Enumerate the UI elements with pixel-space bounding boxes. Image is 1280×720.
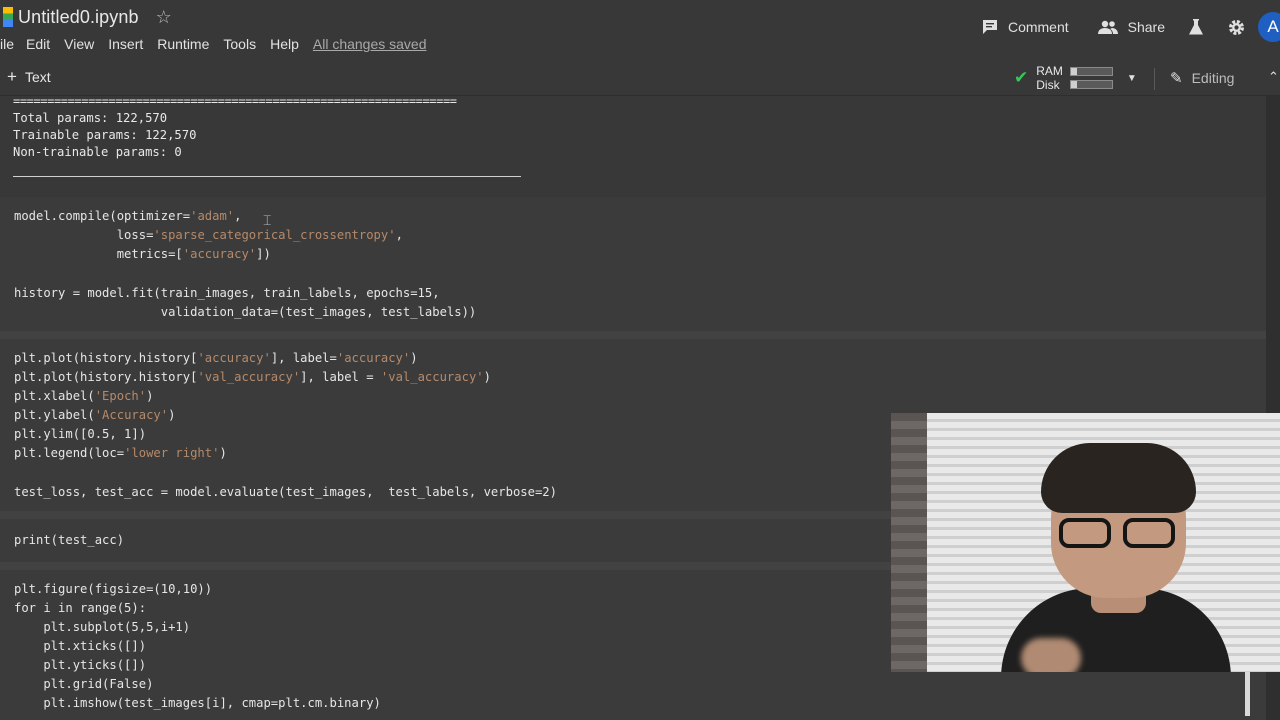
- text-cursor-icon: ⌶: [263, 212, 272, 228]
- code-line: plt.plot(history.history['val_accuracy']…: [14, 370, 491, 384]
- notebook-title[interactable]: Untitled0.ipynb: [18, 7, 139, 28]
- code-line: plt.ylabel('Accuracy'): [14, 408, 176, 422]
- code-cell-compile[interactable]: model.compile(optimizer='adam', loss='sp…: [0, 197, 1266, 331]
- menu-runtime[interactable]: Runtime: [157, 36, 209, 52]
- ram-usage-bar: [1069, 67, 1113, 76]
- editing-label: Editing: [1191, 70, 1235, 86]
- output-line: Non-trainable params: 0: [13, 145, 182, 159]
- ram-label: RAM: [1036, 64, 1063, 78]
- summary-underline: [13, 176, 521, 177]
- disk-label: Disk: [1036, 78, 1060, 92]
- webcam-person-glasses: [1051, 518, 1181, 550]
- collapse-header-icon[interactable]: ⌃: [1268, 69, 1279, 85]
- connected-check-icon: ✔: [1014, 68, 1029, 87]
- chevron-down-icon[interactable]: ▼: [1127, 73, 1137, 84]
- code-line: test_loss, test_acc = model.evaluate(tes…: [14, 485, 557, 499]
- code-line: print(test_acc): [14, 533, 125, 547]
- webcam-overlay: [891, 413, 1280, 672]
- code-line: plt.subplot(5,5,i+1): [14, 620, 191, 634]
- comment-icon: [982, 20, 997, 34]
- toolbar-divider: [1154, 68, 1155, 90]
- output-line: Total params: 122,570: [13, 111, 168, 125]
- add-text-label: Text: [24, 68, 51, 85]
- resource-monitor[interactable]: ✔ RAM Disk ▼: [1014, 64, 1137, 92]
- add-text-cell-button[interactable]: + Text: [7, 68, 51, 85]
- code-line: history = model.fit(train_images, train_…: [14, 286, 440, 300]
- code-line: plt.legend(loc='lower right'): [14, 446, 227, 460]
- webcam-person-hand: [1021, 638, 1081, 672]
- people-icon: [1097, 20, 1118, 34]
- code-line: validation_data=(test_images, test_label…: [14, 305, 477, 319]
- output-line: Trainable params: 122,570: [13, 128, 197, 142]
- notebook-toolbar: + Text ✔ RAM Disk ▼ ✎ Editing ⌃: [0, 60, 1280, 96]
- gear-icon[interactable]: [1227, 18, 1246, 37]
- header-actions: Comment Share A: [981, 12, 1280, 42]
- code-line: plt.grid(False): [14, 677, 154, 691]
- star-icon[interactable]: ☆: [156, 7, 172, 28]
- disk-usage-bar: [1069, 80, 1113, 89]
- summary-rule: ========================================…: [13, 96, 457, 108]
- pencil-icon: ✎: [1170, 70, 1183, 87]
- code-line: metrics=['accuracy']): [14, 247, 271, 261]
- share-label: Share: [1127, 19, 1165, 35]
- menu-insert[interactable]: Insert: [108, 36, 143, 52]
- comment-label: Comment: [1007, 19, 1069, 35]
- menu-tools[interactable]: Tools: [223, 36, 256, 52]
- drive-logo-icon: [3, 7, 13, 27]
- code-line: plt.yticks([]): [14, 658, 147, 672]
- webcam-wall: [891, 413, 927, 672]
- code-line: model.compile(optimizer='adam',: [14, 209, 242, 223]
- flask-icon[interactable]: [1188, 18, 1204, 36]
- save-status[interactable]: All changes saved: [313, 36, 427, 52]
- webcam-person-hair: [1041, 443, 1196, 513]
- notebook-header: Untitled0.ipynb ☆ ile Edit View Insert R…: [0, 0, 1280, 60]
- plus-icon: +: [7, 67, 17, 86]
- comment-button[interactable]: Comment: [981, 18, 1069, 36]
- menu-help[interactable]: Help: [270, 36, 299, 52]
- menu-view[interactable]: View: [64, 36, 94, 52]
- code-line: plt.ylim([0.5, 1]): [14, 427, 147, 441]
- code-line: plt.figure(figsize=(10,10)): [14, 582, 213, 596]
- code-line: plt.imshow(test_images[i], cmap=plt.cm.b…: [14, 696, 381, 710]
- code-line: plt.xlabel('Epoch'): [14, 389, 154, 403]
- account-avatar[interactable]: A: [1258, 12, 1280, 42]
- code-line: loss='sparse_categorical_crossentropy',: [14, 228, 403, 242]
- share-button[interactable]: Share: [1097, 19, 1165, 35]
- cell-gap: [0, 331, 1266, 339]
- editing-mode-button[interactable]: ✎ Editing: [1170, 69, 1234, 87]
- menu-edit[interactable]: Edit: [26, 36, 50, 52]
- code-line: for i in range(5):: [14, 601, 147, 615]
- notebook-title-area: Untitled0.ipynb ☆: [3, 4, 172, 30]
- menu-bar: ile Edit View Insert Runtime Tools Help …: [0, 34, 427, 54]
- code-line: plt.plot(history.history['accuracy'], la…: [14, 351, 418, 365]
- menu-file[interactable]: ile: [0, 36, 14, 52]
- code-line: plt.xticks([]): [14, 639, 147, 653]
- scrollbar-thumb[interactable]: [1245, 671, 1250, 716]
